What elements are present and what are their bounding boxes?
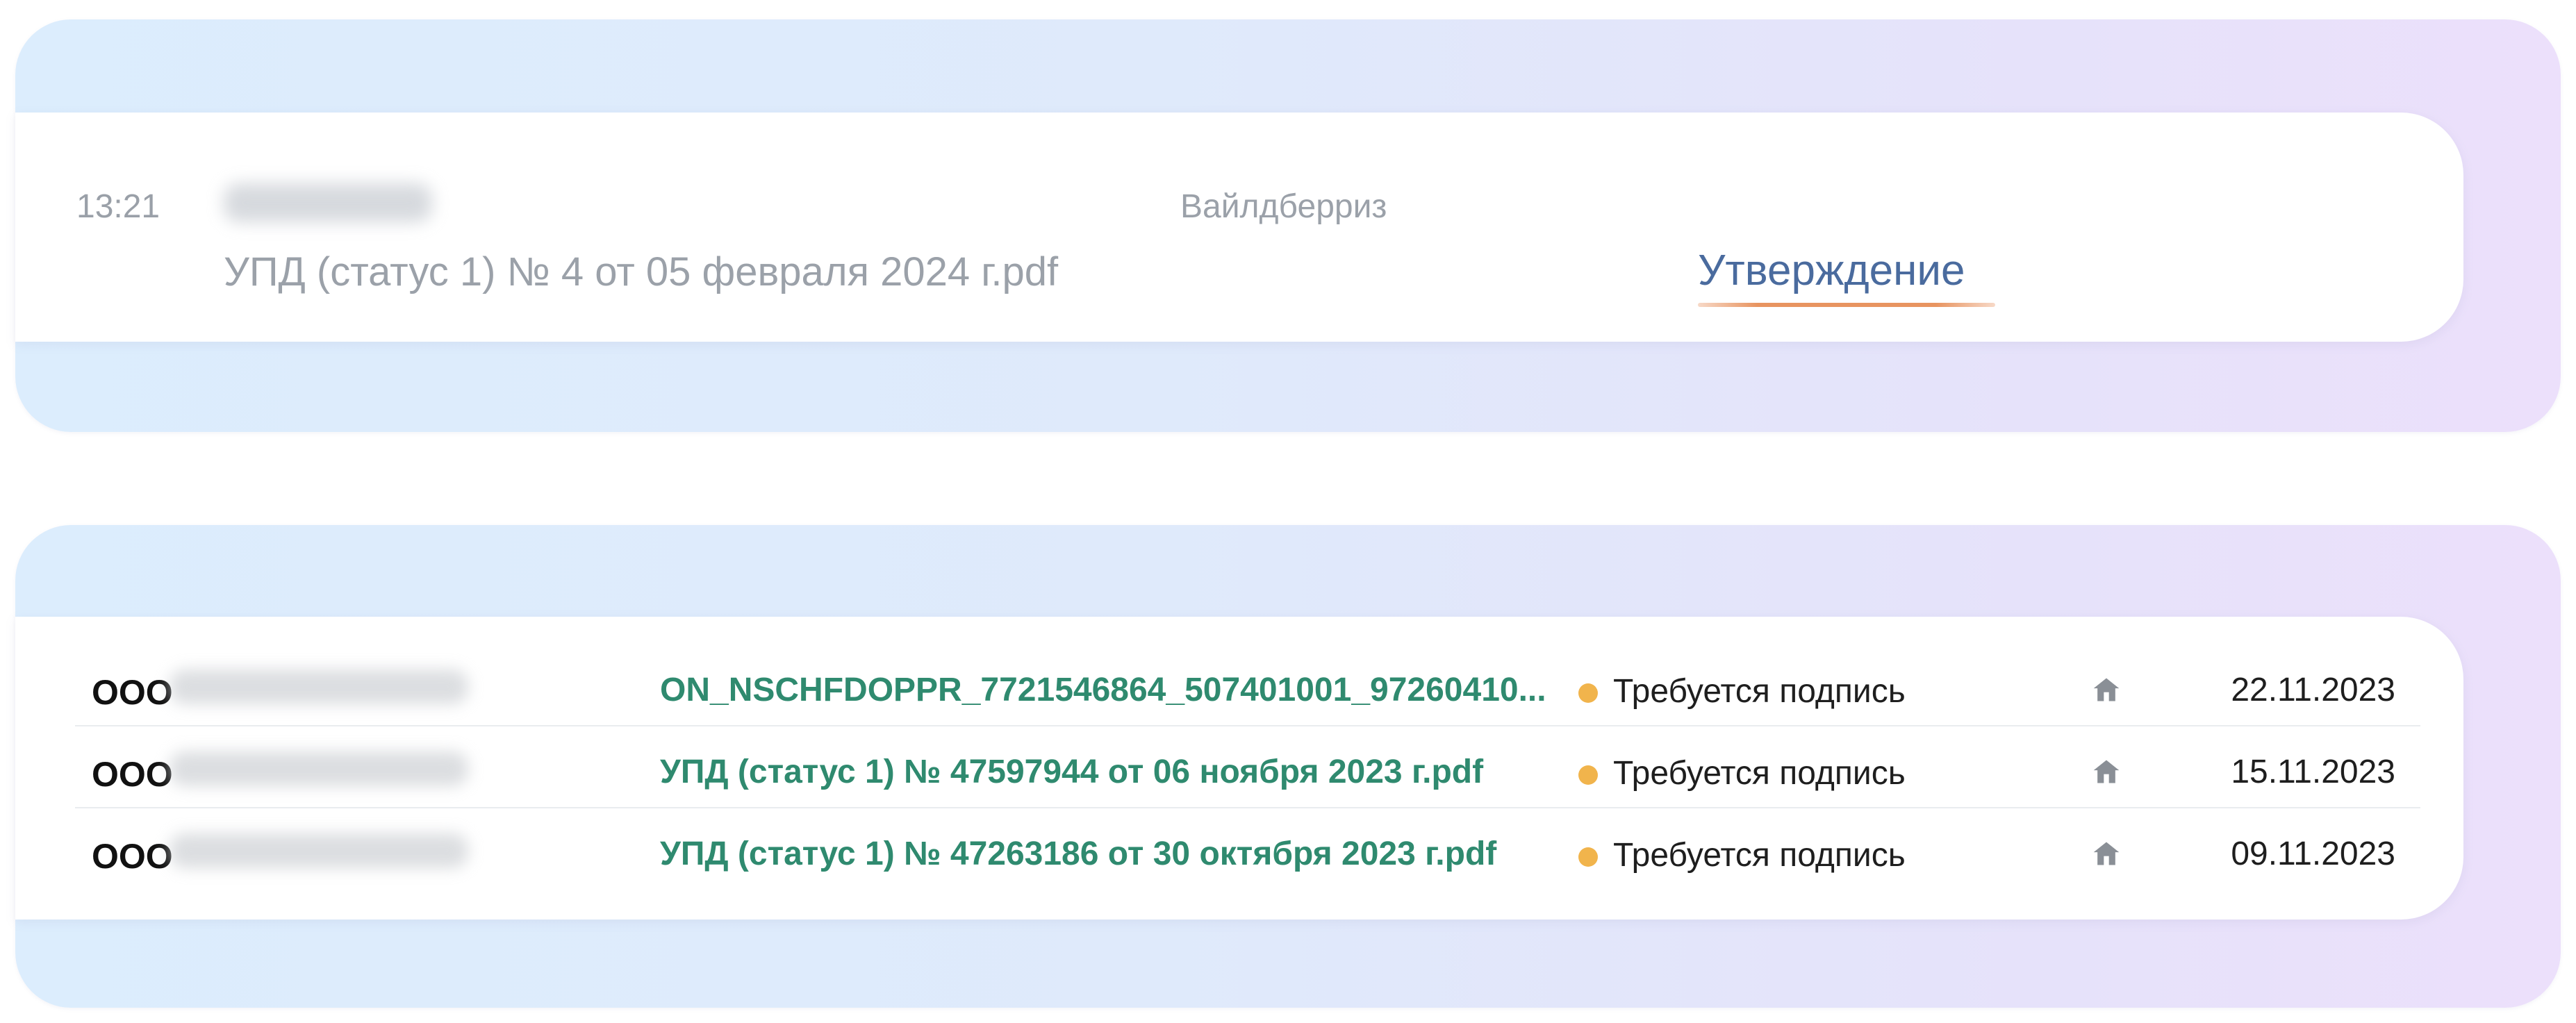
home-icon[interactable] (2091, 675, 2122, 704)
document-date: 09.11.2023 (2231, 835, 2395, 872)
home-icon[interactable] (2091, 839, 2122, 868)
event-document-name[interactable]: УПД (статус 1) № 4 от 05 февраля 2024 г.… (224, 249, 1058, 295)
status-dot-icon (1578, 683, 1598, 703)
table-row[interactable]: ООО УПД (статус 1) № 47263186 от 30 октя… (75, 808, 2420, 890)
document-link[interactable]: УПД (статус 1) № 47263186 от 30 октября … (660, 835, 1613, 873)
signature-status: Требуется подпись (1613, 755, 1906, 792)
org-prefix: ООО (92, 837, 173, 876)
signature-status: Требуется подпись (1613, 837, 1906, 874)
event-time: 13:21 (76, 188, 160, 225)
home-icon[interactable] (2091, 757, 2122, 786)
redacted-sender-name (224, 183, 432, 222)
status-underline (1698, 303, 1995, 307)
org-prefix: ООО (92, 673, 173, 712)
table-row[interactable]: ООО УПД (статус 1) № 47597944 от 06 нояб… (75, 726, 2420, 808)
status-dot-icon (1578, 765, 1598, 785)
redacted-org-name (170, 669, 468, 704)
redacted-org-name (170, 751, 468, 786)
document-date: 22.11.2023 (2231, 672, 2395, 708)
document-date: 15.11.2023 (2231, 754, 2395, 790)
status-dot-icon (1578, 847, 1598, 867)
event-card[interactable]: 13:21 УПД (статус 1) № 4 от 05 февраля 2… (15, 113, 2463, 342)
signature-status: Требуется подпись (1613, 673, 1906, 710)
document-link[interactable]: ON_NSCHFDOPPR_7721546864_507401001_97260… (660, 671, 1613, 709)
document-link[interactable]: УПД (статус 1) № 47597944 от 06 ноября 2… (660, 753, 1613, 791)
redacted-org-name (170, 833, 468, 868)
table-row[interactable]: ООО ON_NSCHFDOPPR_7721546864_507401001_9… (75, 644, 2420, 726)
org-prefix: ООО (92, 755, 173, 794)
documents-panel: ООО ON_NSCHFDOPPR_7721546864_507401001_9… (15, 525, 2561, 1008)
event-panel: 13:21 УПД (статус 1) № 4 от 05 февраля 2… (15, 19, 2561, 432)
event-status-link[interactable]: Утверждение (1698, 246, 1965, 295)
event-company: Вайлдберриз (1180, 188, 1387, 225)
documents-table: ООО ON_NSCHFDOPPR_7721546864_507401001_9… (15, 617, 2463, 920)
